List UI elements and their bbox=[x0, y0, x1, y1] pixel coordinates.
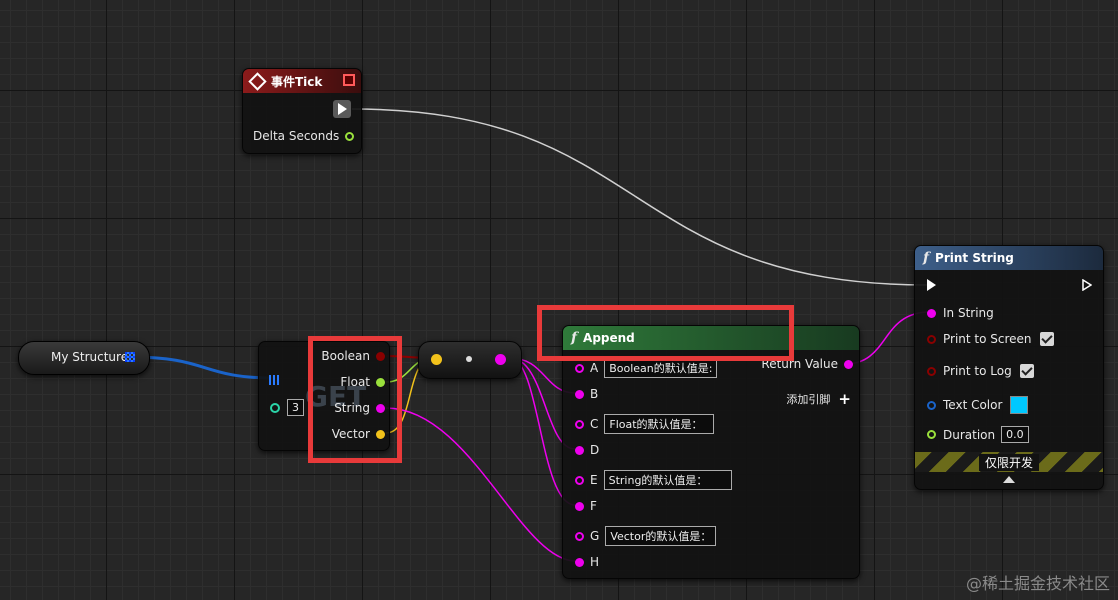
pin-g-label: G bbox=[590, 529, 600, 543]
function-icon: f bbox=[923, 250, 930, 266]
float-pin-icon bbox=[927, 430, 936, 439]
index-input[interactable]: 3 bbox=[287, 399, 304, 416]
string-pin-icon bbox=[575, 531, 584, 541]
exec-arrow-icon bbox=[337, 103, 347, 115]
string-pin-icon bbox=[575, 557, 584, 567]
pin-a-input[interactable]: Boolean的默认值是: bbox=[604, 358, 718, 378]
append-pin-d[interactable]: D bbox=[575, 443, 599, 457]
exec-out-arrow-icon bbox=[1082, 279, 1092, 291]
pin-c-input[interactable]: Float的默认值是： bbox=[604, 414, 715, 434]
print-string-header: f Print String bbox=[915, 246, 1103, 270]
string-pin-icon bbox=[575, 389, 584, 399]
duration-input[interactable]: 0.0 bbox=[1001, 426, 1029, 443]
event-diamond-icon bbox=[248, 71, 267, 91]
highlight-box-get-pins bbox=[308, 336, 402, 463]
append-pin-g[interactable]: G Vector的默认值是： bbox=[575, 526, 717, 546]
conversion-output-pin-icon[interactable] bbox=[495, 354, 506, 365]
struct-wire bbox=[129, 355, 275, 380]
text-color-label: Text Color bbox=[943, 398, 1003, 412]
print-to-log-pin-row[interactable]: Print to Log bbox=[927, 364, 1034, 378]
array-struct-pin-icon[interactable] bbox=[269, 375, 279, 385]
pin-f-label: F bbox=[590, 499, 597, 513]
append-pin-f[interactable]: F bbox=[575, 499, 597, 513]
pin-c-label: C bbox=[590, 417, 599, 431]
delta-seconds-pin-row[interactable]: Delta Seconds bbox=[253, 129, 355, 143]
pin-a-label: A bbox=[590, 361, 599, 375]
duration-pin-row[interactable]: Duration 0.0 bbox=[927, 426, 1029, 443]
float-pin-icon bbox=[345, 131, 355, 141]
my-structure-label: My Structure bbox=[51, 350, 129, 364]
boolean-pin-icon bbox=[927, 366, 936, 376]
in-string-label: In String bbox=[943, 306, 994, 320]
highlight-box-append-header bbox=[537, 305, 794, 361]
string-wire-to-h bbox=[385, 407, 576, 562]
print-string-title: Print String bbox=[935, 251, 1014, 265]
append-pin-c[interactable]: C Float的默认值是： bbox=[575, 414, 715, 434]
in-string-pin-row[interactable]: In String bbox=[927, 306, 994, 320]
text-color-swatch[interactable] bbox=[1010, 396, 1029, 414]
print-to-log-checkbox[interactable] bbox=[1019, 364, 1034, 378]
pin-b-label: B bbox=[590, 387, 599, 401]
event-delegate-icon bbox=[343, 74, 355, 86]
string-pin-icon bbox=[575, 419, 584, 429]
duration-label: Duration bbox=[943, 427, 996, 442]
print-string-node[interactable]: f Print String In String Print to Screen… bbox=[914, 245, 1104, 490]
append-pin-e[interactable]: E String的默认值是： bbox=[575, 470, 732, 490]
exec-wire bbox=[351, 108, 929, 286]
delta-seconds-label: Delta Seconds bbox=[253, 129, 340, 143]
dev-only-banner: 仅限开发 bbox=[915, 452, 1103, 472]
string-pin-icon bbox=[575, 363, 584, 373]
linear-color-pin-icon bbox=[927, 400, 936, 410]
boolean-pin-icon bbox=[927, 334, 936, 344]
append-pin-a[interactable]: A Boolean的默认值是: bbox=[575, 358, 718, 378]
add-pin-label: 添加引脚 bbox=[786, 393, 831, 406]
to-string-conversion-node[interactable] bbox=[418, 341, 522, 379]
pin-h-label: H bbox=[590, 555, 600, 569]
print-exec-out-pin[interactable] bbox=[1082, 279, 1092, 291]
pin-d-label: D bbox=[590, 443, 600, 457]
event-tick-node[interactable]: 事件Tick Delta Seconds bbox=[242, 68, 362, 154]
string-pin-icon bbox=[844, 359, 853, 369]
event-exec-out-pin[interactable] bbox=[333, 100, 351, 118]
pin-e-label: E bbox=[590, 473, 598, 487]
my-structure-node[interactable]: My Structure bbox=[18, 341, 150, 375]
conversion-dot-icon bbox=[466, 356, 472, 362]
event-tick-title: 事件Tick bbox=[271, 74, 323, 89]
event-tick-header: 事件Tick bbox=[243, 69, 361, 93]
add-pin-button[interactable]: 添加引脚 + bbox=[786, 390, 851, 408]
exec-in-arrow-icon bbox=[927, 279, 936, 291]
pin-e-input[interactable]: String的默认值是： bbox=[603, 470, 732, 490]
text-color-pin-row[interactable]: Text Color bbox=[927, 396, 1029, 414]
append-pin-b[interactable]: B bbox=[575, 387, 598, 401]
append-node[interactable]: f Append A Boolean的默认值是: B C Float的默认值是：… bbox=[562, 325, 860, 579]
append-pin-h[interactable]: H bbox=[575, 555, 599, 569]
plus-icon: + bbox=[838, 390, 851, 408]
pin-g-input[interactable]: Vector的默认值是： bbox=[605, 526, 717, 546]
string-pin-icon bbox=[575, 475, 584, 485]
dev-only-label: 仅限开发 bbox=[978, 453, 1039, 471]
print-exec-in-pin[interactable] bbox=[927, 279, 936, 291]
expand-arrow-icon[interactable] bbox=[1003, 476, 1015, 483]
conversion-input-pin-icon[interactable] bbox=[431, 354, 442, 365]
site-watermark: @稀土掘金技术社区 bbox=[965, 574, 1110, 593]
index-pin-icon[interactable] bbox=[270, 403, 280, 413]
struct-pin-icon[interactable] bbox=[125, 352, 135, 362]
string-pin-icon bbox=[575, 445, 584, 455]
string-pin-icon bbox=[927, 308, 936, 318]
print-to-log-label: Print to Log bbox=[943, 364, 1012, 378]
print-to-screen-label: Print to Screen bbox=[943, 332, 1032, 346]
print-to-screen-checkbox[interactable] bbox=[1039, 332, 1054, 346]
print-to-screen-pin-row[interactable]: Print to Screen bbox=[927, 332, 1054, 346]
string-pin-icon bbox=[575, 501, 584, 511]
